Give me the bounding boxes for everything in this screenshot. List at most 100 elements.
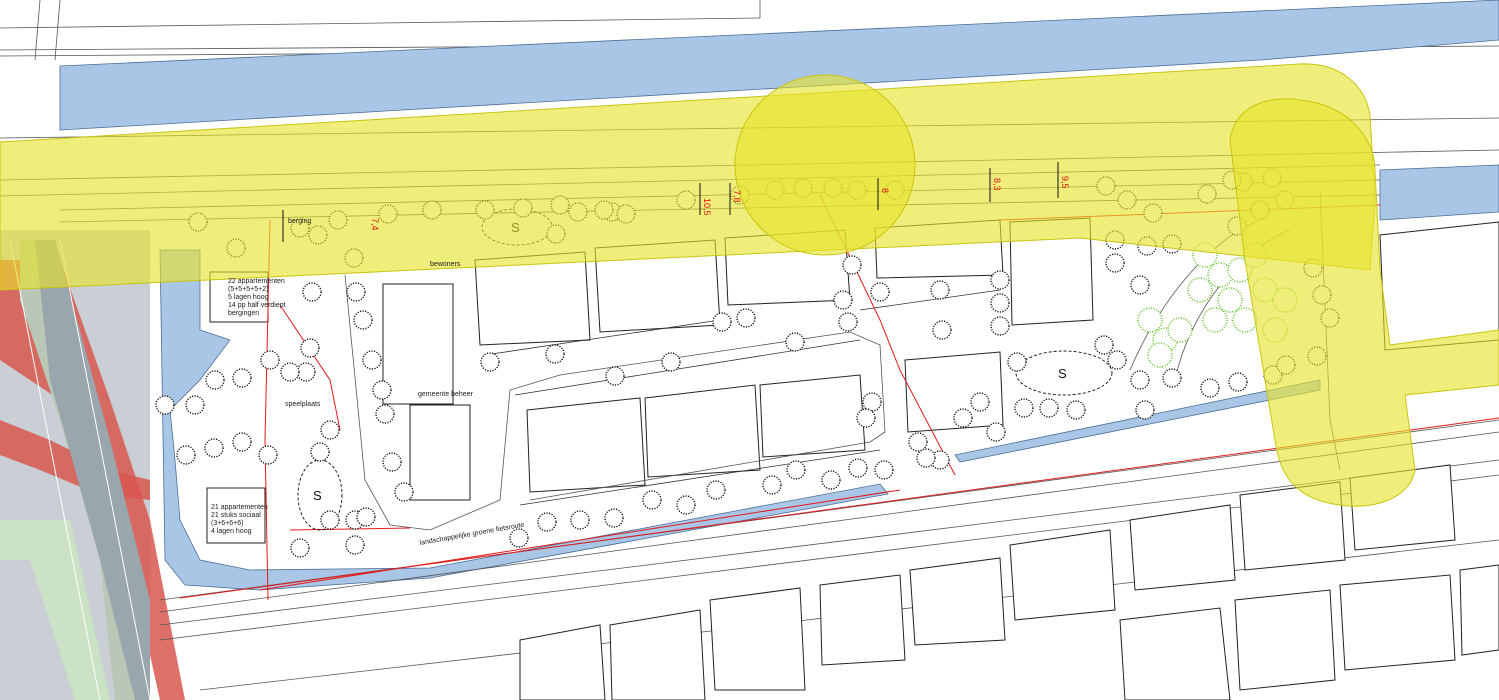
tree-canopy — [1014, 398, 1034, 418]
tree-canopy — [155, 395, 175, 415]
tree-canopy — [1105, 253, 1125, 273]
tree-canopy — [986, 422, 1006, 442]
tree-canopy — [870, 282, 890, 302]
tree-canopy — [642, 490, 662, 510]
tree-canopy — [842, 255, 862, 275]
tree-canopy — [821, 470, 841, 490]
small-label-b: gemeente beheer — [418, 391, 474, 398]
tree-canopy — [205, 370, 225, 390]
tree-canopy — [833, 290, 853, 310]
tree-canopy — [1228, 372, 1248, 392]
tree-canopy — [176, 445, 196, 465]
tree-canopy — [280, 362, 300, 382]
tree-canopy — [1130, 275, 1150, 295]
dimension-label-3: 7,8 — [732, 190, 742, 203]
tree-canopy — [1066, 400, 1086, 420]
parking-strip-label: speelplaats — [285, 401, 321, 408]
tree-canopy — [856, 408, 876, 428]
block-north-line-1: 22 appartementen — [228, 278, 285, 285]
tree-canopy — [372, 380, 392, 400]
green-tree-canopy — [1217, 287, 1243, 313]
tree-canopy — [604, 508, 624, 528]
tree-canopy — [990, 316, 1010, 336]
tree-canopy — [990, 270, 1010, 290]
tree-canopy — [1130, 370, 1150, 390]
green-tree-canopy — [1167, 317, 1193, 343]
tree-canopy — [296, 362, 316, 382]
tree-canopy — [375, 404, 395, 424]
green-tree-canopy — [1202, 307, 1228, 333]
tree-canopy — [676, 495, 696, 515]
tree-canopy — [290, 538, 310, 558]
tree-canopy — [908, 432, 928, 452]
symbol-s-south: S — [313, 488, 322, 503]
tree-canopy — [232, 368, 252, 388]
tree-canopy — [232, 432, 252, 452]
tree-canopy — [874, 460, 894, 480]
tree-canopy — [300, 338, 320, 358]
tree-canopy — [916, 448, 936, 468]
highway-interchange — [0, 230, 185, 700]
block-north-line-2: (5+5+5+5+2) — [228, 286, 268, 293]
dimension-label-5: 8,3 — [992, 178, 1002, 191]
tree-canopy — [953, 408, 973, 428]
green-tree-canopy — [1137, 307, 1163, 333]
tree-canopy — [862, 392, 882, 412]
tree-canopy — [990, 293, 1010, 313]
tree-canopy — [302, 282, 322, 302]
cycle-path-label: landschappelijke groene fietsroute — [419, 522, 525, 547]
block-south-line-2: 21 stuks sociaal — [211, 512, 261, 519]
tree-canopy — [1094, 335, 1114, 355]
tree-canopy — [260, 350, 280, 370]
block-south-line-1: 21 appartementen — [211, 504, 268, 511]
tree-canopy — [320, 420, 340, 440]
tree-canopy — [382, 452, 402, 472]
tree-canopy — [345, 535, 365, 555]
tree-canopy — [706, 480, 726, 500]
tree-canopy — [1107, 350, 1127, 370]
tree-canopy — [930, 280, 950, 300]
tree-canopy — [320, 510, 340, 530]
site-plan-map: S S S 7,4 10,5 7,8 8 8,3 9,5 22 appartem… — [0, 0, 1499, 700]
small-label-a: bewoners — [430, 261, 461, 268]
tree-canopy — [258, 445, 278, 465]
tree-canopy — [712, 312, 732, 332]
tree-canopy — [1200, 378, 1220, 398]
block-south-line-4: 4 lagen hoog — [211, 528, 252, 535]
tree-canopy — [356, 507, 376, 527]
tree-canopy — [838, 312, 858, 332]
tree-canopy — [970, 392, 990, 412]
dimension-label-4: 8 — [880, 188, 890, 193]
block-north-line-5: bergingen — [228, 310, 259, 317]
tree-canopy — [362, 350, 382, 370]
tree-canopy — [1162, 368, 1182, 388]
tree-canopy — [1135, 400, 1155, 420]
tree-canopy — [537, 512, 557, 532]
tree-canopy — [848, 458, 868, 478]
tree-canopy — [310, 442, 330, 462]
canal-water-east — [1379, 164, 1499, 221]
tree-canopy — [185, 395, 205, 415]
symbol-s-east: S — [1058, 366, 1067, 381]
tree-canopy — [394, 482, 414, 502]
tree-canopy — [1007, 352, 1027, 372]
green-tree-canopy — [1147, 342, 1173, 368]
green-tree-canopy — [1207, 262, 1233, 288]
block-north-line-3: 5 lagen hoog — [228, 294, 269, 301]
tree-canopy — [786, 460, 806, 480]
tree-canopy — [932, 320, 952, 340]
block-south-line-3: (3+6+6+6) — [211, 520, 244, 527]
tree-canopy — [785, 332, 805, 352]
dimension-label-2: 10,5 — [702, 198, 712, 216]
tree-canopy — [353, 310, 373, 330]
tree-canopy — [762, 475, 782, 495]
tree-canopy — [1039, 398, 1059, 418]
dimension-label-6: 9,5 — [1060, 176, 1070, 189]
tree-canopy — [509, 528, 529, 548]
tree-canopy — [570, 510, 590, 530]
tree-canopy — [661, 352, 681, 372]
tree-canopy — [346, 282, 366, 302]
tree-canopy — [545, 344, 565, 364]
dimension-label-1: 7,4 — [370, 218, 380, 231]
tree-canopy — [736, 308, 756, 328]
